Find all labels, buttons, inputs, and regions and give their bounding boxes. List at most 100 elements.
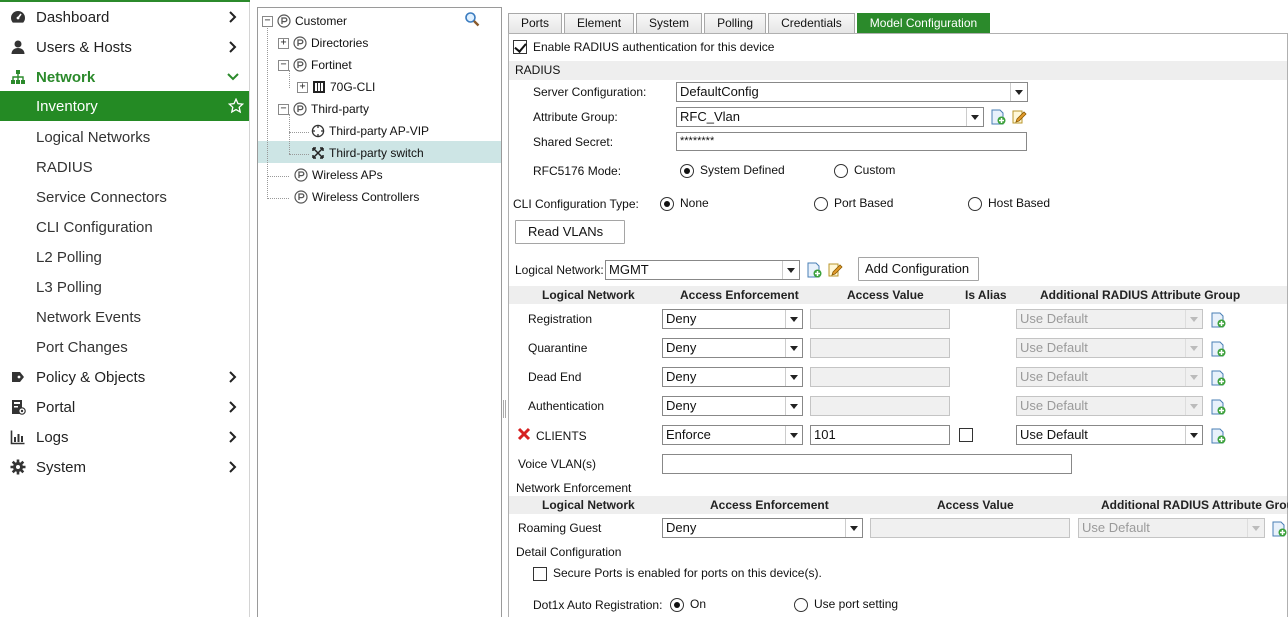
add-icon[interactable] [990,109,1006,125]
nav-item-service-connectors[interactable]: Service Connectors [0,182,249,212]
collapse-toggle[interactable]: − [278,103,289,115]
dot1x-on-radio[interactable] [670,598,684,612]
dot1x-port-setting-radio[interactable] [794,598,808,612]
nav-label: Portal [36,398,76,416]
pane-splitter-handle[interactable] [503,400,506,418]
enforcement-select[interactable]: Deny [662,309,803,329]
nav-item-users-hosts[interactable]: Users & Hosts [0,32,249,62]
tree-node-third-party-switch[interactable]: Third-party switch [308,143,424,163]
tab-element[interactable]: Element [564,13,635,33]
network-enforcement-title: Network Enforcement [516,481,632,495]
tree-node-wireless-controllers[interactable]: Wireless Controllers [290,187,419,207]
enforcement-select[interactable]: Enforce [662,425,803,445]
chevron-down-icon [1185,397,1202,415]
nav-item-radius[interactable]: RADIUS [0,152,249,182]
col-additional-radius-group: Additional RADIUS Attribute Group [1101,498,1288,512]
collapse-toggle[interactable]: − [262,15,273,27]
tree-node-directories[interactable]: + Directories [278,33,368,53]
tree-node-wireless-aps[interactable]: Wireless APs [290,165,383,185]
read-vlans-button[interactable]: Read VLANs [515,220,625,244]
cli-port-based-radio[interactable] [814,197,828,211]
attr-group-select: Use Default [1078,518,1265,538]
attr-group-select[interactable]: Use Default [1016,425,1203,445]
col-access-value: Access Value [847,288,924,302]
nav-item-inventory[interactable]: Inventory [0,91,249,121]
access-value-input[interactable]: 101 [810,425,950,445]
nav-item-network-events[interactable]: Network Events [0,302,249,332]
chevron-down-icon [782,261,799,279]
tab-polling[interactable]: Polling [704,13,767,33]
enforcement-select[interactable]: Deny [662,338,803,358]
add-icon[interactable] [1210,312,1226,328]
rfc-custom-radio[interactable] [834,164,848,178]
nav-item-dashboard[interactable]: Dashboard [0,2,249,32]
add-icon[interactable] [806,262,822,278]
nav-item-system[interactable]: System [0,452,249,482]
cli-host-based-radio[interactable] [968,197,982,211]
col-logical-network: Logical Network [542,498,635,512]
enable-radius-label: Enable RADIUS authentication for this de… [533,40,775,54]
rfc-system-defined-label: System Defined [700,163,785,177]
delete-icon[interactable] [517,427,531,441]
logical-network-select[interactable]: MGMT [605,260,800,280]
enforcement-select[interactable]: Deny [662,518,863,538]
tree-node-third-party-ap-vip[interactable]: Third-party AP-VIP [308,121,429,141]
nav-item-cli-configuration[interactable]: CLI Configuration [0,212,249,242]
is-alias-checkbox[interactable] [959,428,973,442]
rfc-system-defined-radio[interactable] [680,164,694,178]
tree-node-70g-cli[interactable]: + 70G-CLI [297,77,375,97]
tab-credentials[interactable]: Credentials [768,13,855,33]
nav-label: L3 Polling [36,278,102,296]
cli-none-radio[interactable] [660,197,674,211]
col-additional-radius-group: Additional RADIUS Attribute Group [1040,288,1241,302]
row-name: Registration [528,312,593,326]
switch-device-icon [312,147,324,159]
add-icon[interactable] [1210,341,1226,357]
property-tabs: Ports Element System Polling Credentials… [508,13,992,34]
nav-item-port-changes[interactable]: Port Changes [0,332,249,362]
voice-vlan-input[interactable] [662,454,1072,474]
chevron-down-icon [1247,519,1264,537]
chevron-right-icon [229,11,237,23]
nav-item-logical-networks[interactable]: Logical Networks [0,122,249,152]
tree-label: 70G-CLI [330,80,376,94]
add-icon[interactable] [1210,428,1226,444]
enforcement-select[interactable]: Deny [662,396,803,416]
search-icon[interactable] [464,11,480,27]
nav-item-l3-polling[interactable]: L3 Polling [0,272,249,302]
add-configuration-button[interactable]: Add Configuration [858,257,979,281]
tab-model-configuration[interactable]: Model Configuration [856,13,991,33]
expand-toggle[interactable]: + [278,37,289,49]
enforcement-select[interactable]: Deny [662,367,803,387]
server-config-select[interactable]: DefaultConfig [676,82,1028,102]
tree-node-fortinet[interactable]: − Fortinet [278,55,352,75]
enable-radius-checkbox[interactable] [513,40,527,54]
tree-node-third-party[interactable]: − Third-party [278,99,369,119]
tab-ports[interactable]: Ports [508,13,563,33]
shared-secret-input[interactable]: ******** [676,132,1027,151]
attr-group-select[interactable]: RFC_Vlan [676,107,984,127]
select-value: Use Default [1082,520,1150,535]
nav-label: Logical Networks [36,128,151,146]
secure-ports-checkbox[interactable] [533,567,547,581]
nav-item-logs[interactable]: Logs [0,422,249,452]
nav-item-policy-objects[interactable]: Policy & Objects [0,362,249,392]
attr-group-label: Attribute Group: [533,110,618,124]
expand-toggle[interactable]: + [297,81,308,93]
star-icon[interactable] [228,98,244,114]
network-icon [0,69,36,85]
tree-node-customer[interactable]: − Customer [262,11,347,31]
rfc-custom-label: Custom [854,163,896,177]
edit-icon[interactable] [1011,109,1027,125]
nav-item-l2-polling[interactable]: L2 Polling [0,242,249,272]
collapse-toggle[interactable]: − [278,59,289,71]
add-icon[interactable] [1210,370,1226,386]
nav-label: Network [36,68,96,86]
add-icon[interactable] [1271,521,1287,537]
nav-item-portal[interactable]: Portal [0,392,249,422]
tab-system[interactable]: System [636,13,703,33]
nav-item-network[interactable]: Network [0,62,249,92]
edit-icon[interactable] [827,262,843,278]
cli-type-label: CLI Configuration Type: [513,197,639,211]
add-icon[interactable] [1210,399,1226,415]
